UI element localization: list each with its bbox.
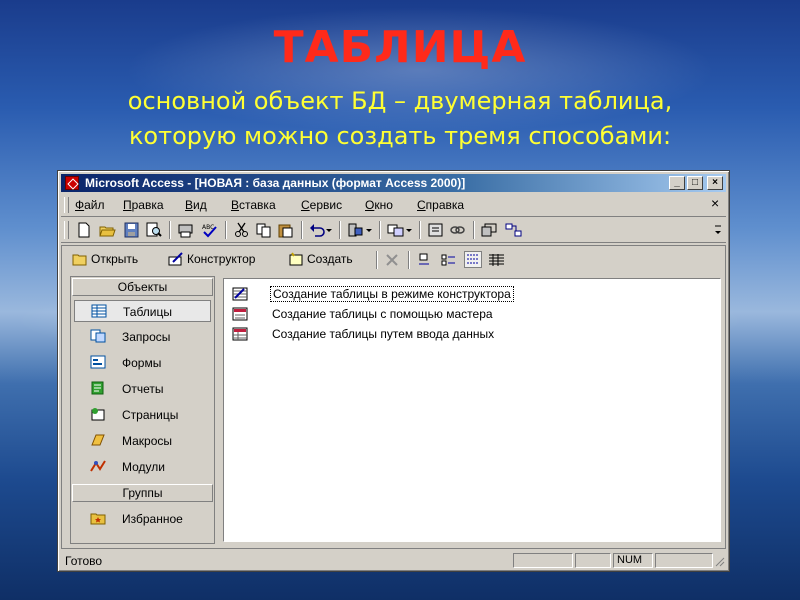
database-toolbar: Открыть Конструктор Создать: [66, 250, 716, 272]
office-links-icon[interactable]: [347, 222, 364, 238]
undo-dropdown-icon[interactable]: [325, 222, 333, 238]
sidebar-item-modules[interactable]: Модули: [74, 456, 211, 478]
slide-subtitle: основной объект БД – двумерная таблица, …: [40, 84, 760, 154]
toolbar-separator: [379, 221, 380, 239]
menu-view[interactable]: Вид: [185, 198, 207, 212]
sidebar-item-forms[interactable]: Формы: [74, 352, 211, 374]
open-object-icon: [72, 252, 88, 266]
create-icon: [288, 252, 304, 266]
toolbar-separator: [473, 221, 474, 239]
data-entry-icon: [232, 327, 248, 341]
subtitle-line-1: основной объект БД – двумерная таблица,: [127, 87, 673, 115]
status-pane-empty: [513, 553, 573, 568]
status-pane-blank-2: [655, 553, 713, 568]
menu-bar: Файл Правка Вид Вставка Сервис Окно Спра…: [61, 194, 726, 217]
maximize-button[interactable]: □: [687, 176, 703, 190]
menu-insert[interactable]: Вставка: [231, 198, 276, 212]
toolbar-options-icon[interactable]: [713, 222, 723, 238]
toolbar-separator: [376, 251, 377, 269]
toolbar-separator: [169, 221, 170, 239]
module-icon: [90, 459, 106, 473]
wizard-icon: [232, 307, 248, 321]
subtitle-line-2: которую можно создать тремя способами:: [128, 122, 672, 150]
objects-header[interactable]: Объекты: [72, 278, 213, 296]
analyze-dropdown-icon[interactable]: [405, 222, 413, 238]
toolbar-grip[interactable]: [64, 221, 69, 239]
minimize-button[interactable]: _: [669, 176, 685, 190]
small-icons-view-icon[interactable]: [440, 252, 457, 268]
design-button[interactable]: Конструктор: [168, 252, 255, 266]
database-window: Открыть Конструктор Создать Объекты Табл…: [61, 245, 726, 549]
favorites-folder-icon: [90, 511, 106, 525]
large-icons-view-icon[interactable]: [416, 252, 433, 268]
menu-file[interactable]: Файл: [75, 198, 105, 212]
sidebar-item-tables[interactable]: Таблицы: [74, 300, 211, 322]
menu-help[interactable]: Справка: [417, 198, 464, 212]
slide-title: ТАБЛИЦА: [273, 22, 527, 73]
delete-icon[interactable]: [384, 252, 401, 268]
window-titlebar[interactable]: Microsoft Access - [НОВАЯ : база данных …: [61, 174, 726, 192]
sidebar-item-queries[interactable]: Запросы: [74, 326, 211, 348]
create-button[interactable]: Создать: [288, 252, 353, 266]
resize-grip-icon[interactable]: [713, 555, 725, 567]
status-pane-blank: [575, 553, 611, 568]
sidebar-item-favorites[interactable]: Избранное: [74, 508, 211, 530]
sidebar-item-reports[interactable]: Отчеты: [74, 378, 211, 400]
code-icon[interactable]: [427, 222, 444, 238]
copy-icon[interactable]: [255, 222, 272, 238]
menubar-grip[interactable]: [64, 197, 69, 213]
search-icon[interactable]: [145, 222, 162, 238]
menu-tools[interactable]: Сервис: [301, 198, 342, 212]
new-icon[interactable]: [75, 222, 92, 238]
new-object-icon[interactable]: [505, 222, 522, 238]
cut-icon[interactable]: [233, 222, 250, 238]
paste-icon[interactable]: [277, 222, 294, 238]
design-wizard-icon: [232, 287, 248, 301]
analyze-icon[interactable]: [387, 222, 404, 238]
toolbar-separator: [339, 221, 340, 239]
access-window: Microsoft Access - [НОВАЯ : база данных …: [57, 170, 730, 572]
design-icon: [168, 252, 184, 266]
access-app-icon[interactable]: [65, 176, 79, 190]
page-icon: [90, 407, 106, 421]
undo-icon[interactable]: [309, 222, 326, 238]
status-text: Готово: [65, 554, 103, 568]
table-icon: [91, 304, 107, 318]
details-view-icon[interactable]: [488, 252, 505, 268]
menu-edit[interactable]: Правка: [123, 198, 164, 212]
toolbar-separator: [301, 221, 302, 239]
report-icon: [90, 381, 106, 395]
standard-toolbar: ABC: [61, 218, 726, 243]
save-icon[interactable]: [123, 222, 140, 238]
open-icon[interactable]: [99, 222, 116, 238]
office-links-dropdown-icon[interactable]: [365, 222, 373, 238]
macro-icon: [90, 433, 106, 447]
objects-list: Создание таблицы в режиме конструктора С…: [223, 278, 721, 542]
close-button[interactable]: ×: [707, 176, 723, 190]
open-button[interactable]: Открыть: [72, 252, 138, 266]
toolbar-separator: [408, 251, 409, 269]
groups-header[interactable]: Группы: [72, 484, 213, 502]
spelling-icon[interactable]: ABC: [201, 222, 218, 238]
sidebar-item-pages[interactable]: Страницы: [74, 404, 211, 426]
objects-sidebar: Объекты Таблицы Запросы Формы Отчеты Стр…: [70, 276, 215, 544]
status-bar: Готово NUM: [61, 553, 726, 569]
sidebar-item-macros[interactable]: Макросы: [74, 430, 211, 452]
properties-icon[interactable]: [449, 222, 466, 238]
toolbar-separator: [419, 221, 420, 239]
relationships-icon[interactable]: [481, 222, 498, 238]
toolbar-separator: [225, 221, 226, 239]
form-icon: [90, 355, 106, 369]
window-title: Microsoft Access - [НОВАЯ : база данных …: [85, 176, 466, 190]
query-icon: [90, 329, 106, 343]
list-view-icon[interactable]: [464, 251, 482, 268]
print-preview-icon[interactable]: [177, 222, 194, 238]
document-close-button[interactable]: ×: [711, 195, 719, 211]
num-lock-indicator: NUM: [613, 553, 653, 568]
menu-window[interactable]: Окно: [365, 198, 393, 212]
